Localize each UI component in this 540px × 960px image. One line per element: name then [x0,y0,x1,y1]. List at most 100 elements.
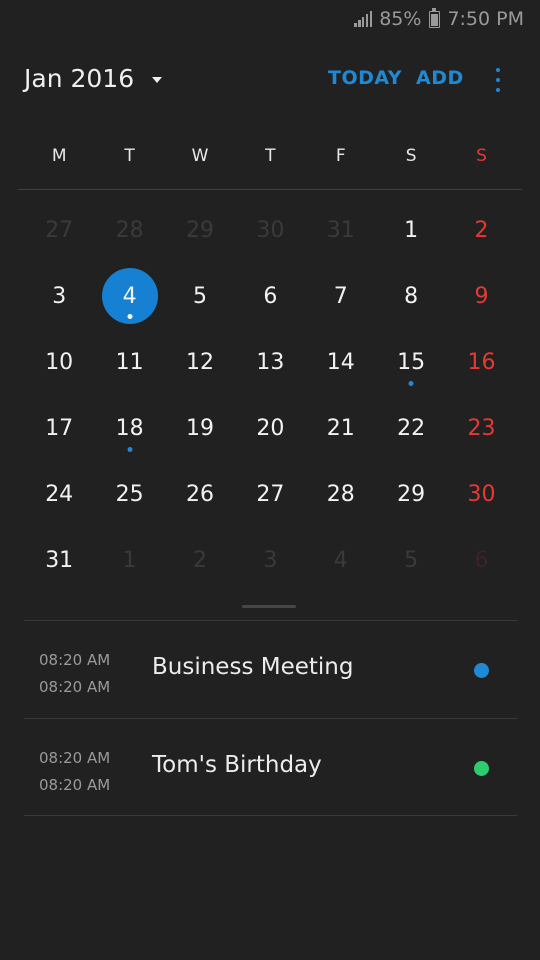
day-number: 19 [185,415,214,441]
day-number: 29 [397,481,426,507]
month-title: Jan 2016 [24,63,135,93]
calendar-day[interactable]: 3 [235,527,305,593]
calendar-day[interactable]: 25 [94,461,164,527]
more-options-icon[interactable] [488,68,508,92]
day-number: 28 [115,217,144,243]
day-number: 7 [333,283,348,309]
calendar-day[interactable]: 27 [235,461,305,527]
calendar-day[interactable]: 6 [235,263,305,329]
calendar-day[interactable]: 16 [446,329,516,395]
calendar-day[interactable]: 27 [24,197,94,263]
day-number: 20 [256,415,285,441]
add-button[interactable]: ADD [416,67,464,89]
calendar-day[interactable]: 1 [94,527,164,593]
calendar-day[interactable]: 23 [446,395,516,461]
day-number: 27 [45,217,74,243]
calendar-day[interactable]: 15 [376,329,446,395]
calendar-day[interactable]: 13 [235,329,305,395]
day-number: 12 [185,349,214,375]
calendar-day[interactable]: 3 [24,263,94,329]
day-number: 23 [467,415,496,441]
day-number: 28 [326,481,355,507]
weekday-tue: T [124,146,135,166]
calendar-day[interactable]: 24 [24,461,94,527]
day-number: 14 [326,349,355,375]
day-number: 9 [474,283,489,309]
weekday-wed: W [191,146,209,166]
day-number: 13 [256,349,285,375]
calendar-day[interactable]: 7 [306,263,376,329]
event-start-time: 08:20 AM [39,749,111,767]
today-button[interactable]: TODAY [328,67,402,89]
event-times: 08:20 AM 08:20 AM [39,647,110,701]
day-number: 3 [52,283,67,309]
day-number: 26 [185,481,214,507]
calendar-day[interactable]: 31 [306,197,376,263]
signal-icon [354,11,373,27]
event-title: Tom's Birthday [152,752,322,778]
calendar-day[interactable]: 20 [235,395,305,461]
day-number: 27 [256,481,285,507]
calendar-day[interactable]: 8 [376,263,446,329]
calendar-day[interactable]: 5 [376,527,446,593]
day-number: 5 [404,547,419,573]
calendar-day[interactable]: 28 [94,197,164,263]
calendar-day[interactable]: 11 [94,329,164,395]
calendar-day[interactable]: 5 [165,263,235,329]
calendar-day[interactable]: 18 [94,395,164,461]
calendar-day[interactable]: 12 [165,329,235,395]
drag-handle[interactable] [242,605,296,608]
weekday-thu: T [265,146,276,166]
calendar-day[interactable]: 21 [306,395,376,461]
calendar-day[interactable]: 17 [24,395,94,461]
day-number: 1 [404,217,419,243]
weekday-header: M T W T F S S [24,146,517,180]
day-number: 2 [474,217,489,243]
calendar-day[interactable]: 28 [306,461,376,527]
calendar-day[interactable]: 30 [235,197,305,263]
calendar-day[interactable]: 30 [446,461,516,527]
calendar-day-selected[interactable]: 4 [94,263,164,329]
calendar-day[interactable]: 14 [306,329,376,395]
battery-icon [429,7,441,28]
day-number: 15 [397,349,426,375]
status-bar: 85% 7:50 PM [0,0,540,38]
day-number: 16 [467,349,496,375]
calendar-day[interactable]: 2 [446,197,516,263]
day-number: 18 [115,415,144,441]
calendar-day[interactable]: 6 [446,527,516,593]
event-title: Business Meeting [152,654,354,680]
calendar-day[interactable]: 29 [376,461,446,527]
weekday-sat: S [405,146,417,166]
calendar-day[interactable]: 9 [446,263,516,329]
day-number: 24 [45,481,74,507]
day-number: 5 [192,283,207,309]
event-start-time: 08:20 AM [39,651,111,669]
event-row[interactable]: 08:20 AM 08:20 AM Tom's Birthday [24,718,517,816]
calendar-day[interactable]: 19 [165,395,235,461]
calendar-day[interactable]: 22 [376,395,446,461]
event-indicator-dot [127,447,133,452]
calendar-day[interactable]: 1 [376,197,446,263]
calendar-day[interactable]: 2 [165,527,235,593]
calendar-day[interactable]: 26 [165,461,235,527]
day-number: 30 [256,217,285,243]
month-selector[interactable]: Jan 2016 [24,63,163,93]
day-number: 6 [263,283,278,309]
event-times: 08:20 AM 08:20 AM [39,745,110,799]
day-number: 22 [397,415,426,441]
day-number: 21 [326,415,355,441]
event-end-time: 08:20 AM [39,678,111,696]
calendar-day[interactable]: 29 [165,197,235,263]
battery-percent: 85% [379,8,422,30]
status-time: 7:50 PM [447,8,524,30]
calendar-day[interactable]: 4 [306,527,376,593]
calendar-day[interactable]: 31 [24,527,94,593]
day-number: 29 [185,217,214,243]
event-row[interactable]: 08:20 AM 08:20 AM Business Meeting [24,620,517,718]
day-number: 4 [333,547,348,573]
day-number: 25 [115,481,144,507]
calendar-day[interactable]: 10 [24,329,94,395]
event-list: 08:20 AM 08:20 AM Business Meeting 08:20 AM… [24,620,517,816]
day-number: 17 [45,415,74,441]
